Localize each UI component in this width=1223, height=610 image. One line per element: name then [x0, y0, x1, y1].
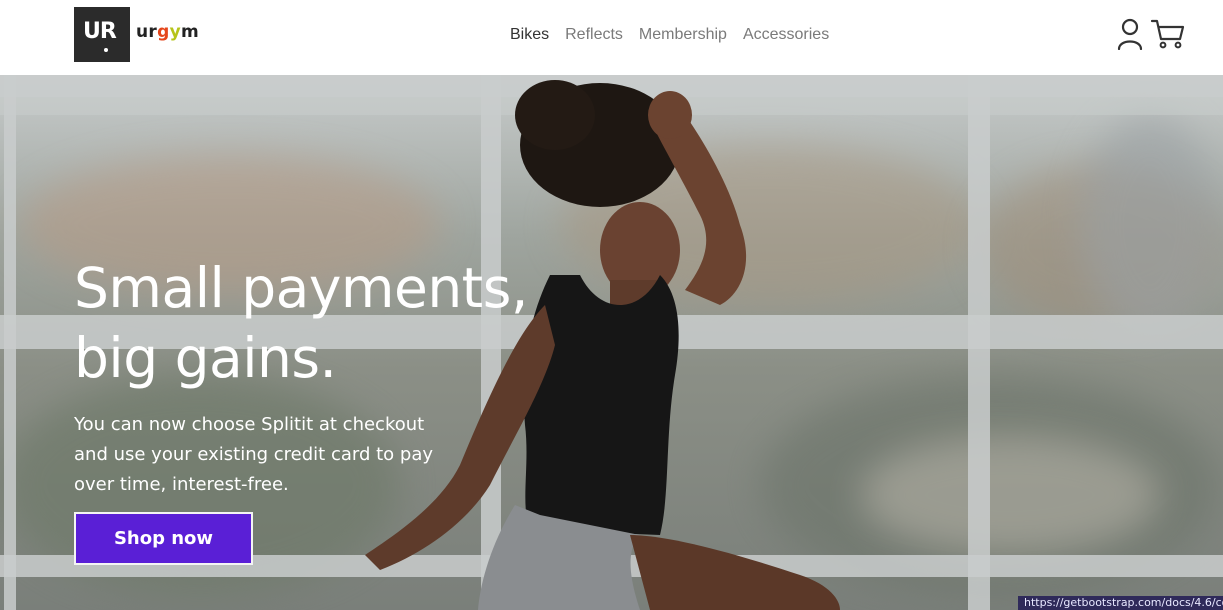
- hero-banner: Small payments, big gains. You can now c…: [0, 75, 1223, 610]
- nav-item-bikes[interactable]: Bikes: [510, 26, 549, 44]
- hero-title: Small payments, big gains.: [74, 253, 528, 393]
- brand-part-m: m: [180, 22, 199, 42]
- logo[interactable]: UR: [74, 7, 130, 62]
- cart-icon[interactable]: [1150, 18, 1186, 50]
- main-nav: Bikes Reflects Membership Accessories: [510, 26, 829, 44]
- hero-title-line1: Small payments,: [74, 256, 528, 320]
- hero-title-line2: big gains.: [74, 326, 337, 390]
- user-icon[interactable]: [1116, 18, 1144, 50]
- logo-mark: UR: [83, 19, 117, 44]
- shop-now-button[interactable]: Shop now: [74, 512, 253, 565]
- nav-item-membership[interactable]: Membership: [639, 26, 727, 44]
- nav-item-reflects[interactable]: Reflects: [565, 26, 623, 44]
- brand-part-g: g: [157, 22, 170, 42]
- brand-name[interactable]: urgym: [136, 22, 199, 42]
- brand-part-ur: ur: [136, 22, 158, 42]
- top-navbar: UR urgym Bikes Reflects Membership Acces…: [0, 0, 1223, 75]
- hero-subtitle: You can now choose Splitit at checkout a…: [74, 414, 434, 495]
- nav-item-accessories[interactable]: Accessories: [743, 26, 829, 44]
- status-bar-url: https://getbootstrap.com/docs/4.6/co: [1018, 596, 1223, 610]
- brand-part-y: y: [169, 22, 181, 42]
- logo-dot: [104, 48, 108, 52]
